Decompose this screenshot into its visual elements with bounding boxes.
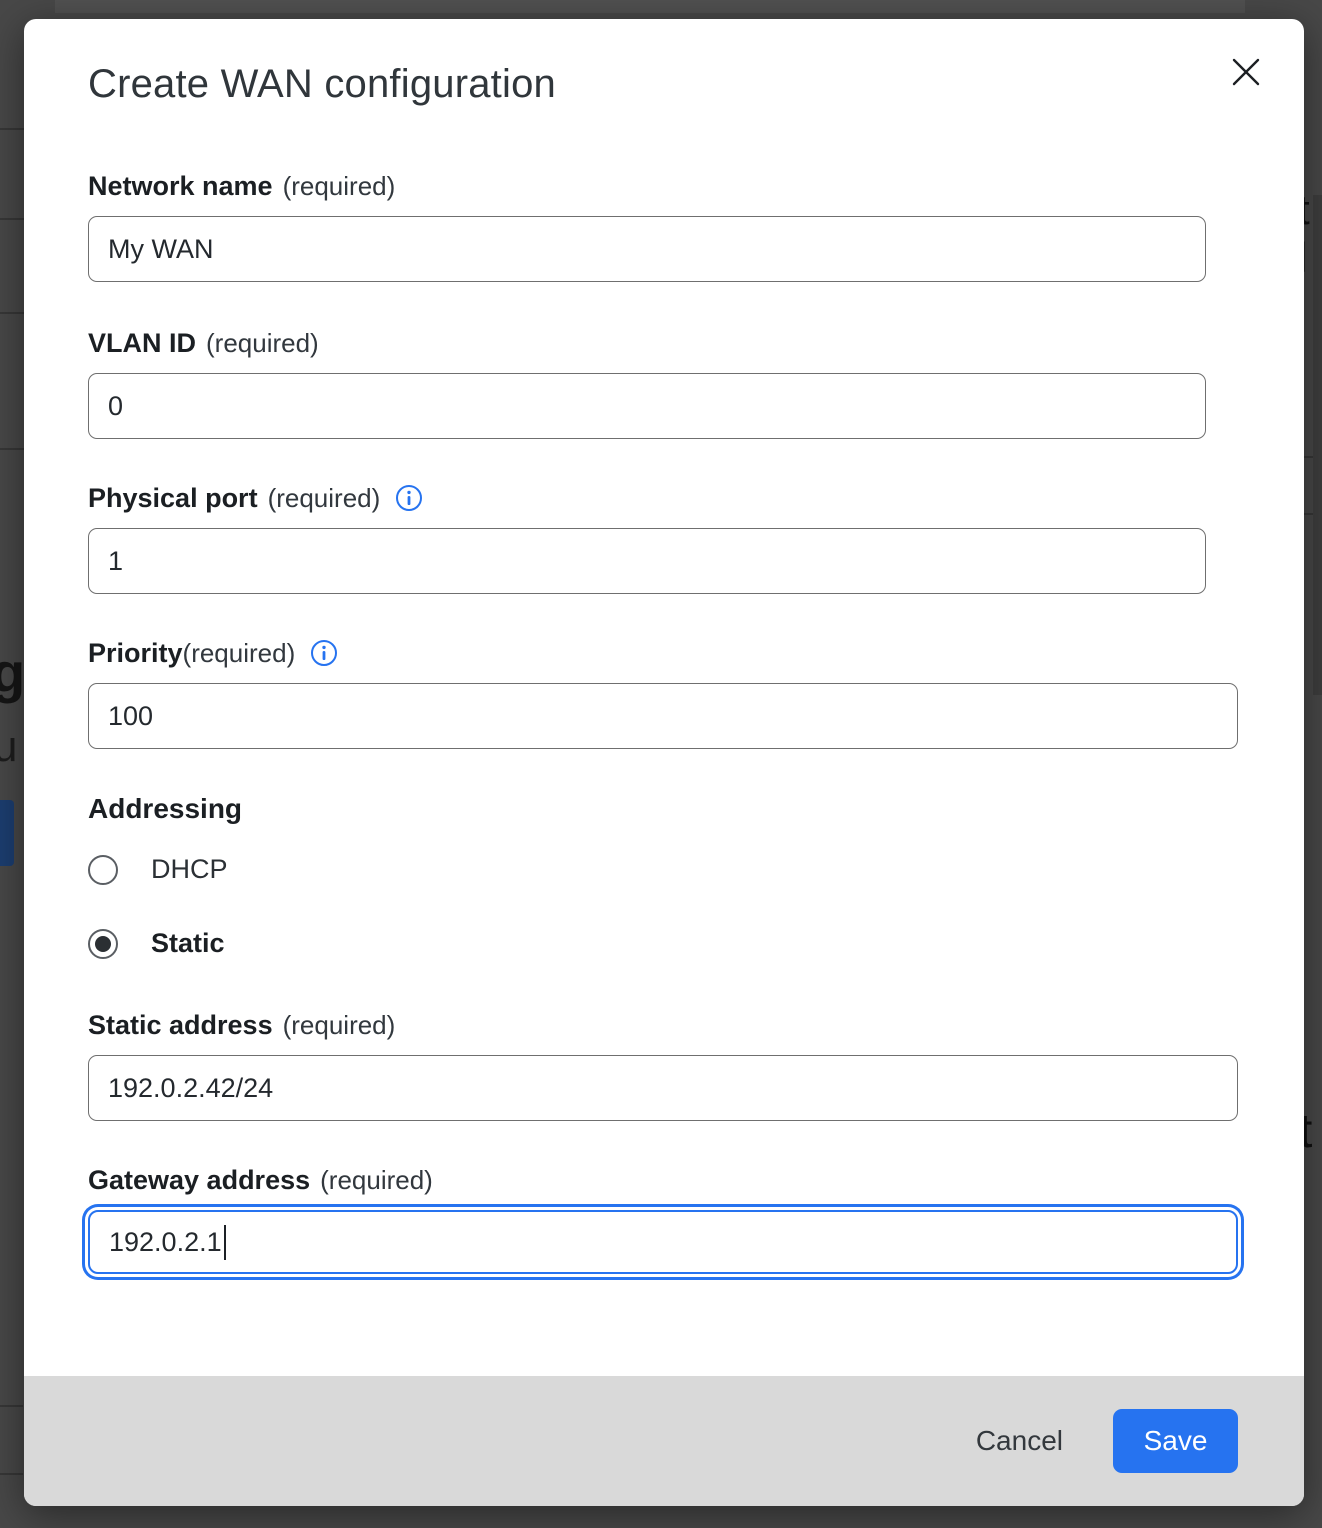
vlan-id-field: VLAN ID (required) (88, 327, 1240, 439)
priority-info-icon[interactable] (310, 639, 338, 667)
addressing-heading: Addressing (88, 793, 1240, 825)
background-row-divider (0, 312, 24, 314)
static-address-input[interactable] (88, 1055, 1238, 1121)
radio-selected-icon (88, 929, 118, 959)
addressing-option-static[interactable]: Static (88, 928, 1240, 959)
physical-port-field: Physical port (required) (88, 482, 1240, 594)
gateway-address-input[interactable] (88, 1210, 1238, 1274)
required-hint: (required) (206, 327, 319, 359)
gateway-address-label: Gateway address (88, 1164, 310, 1196)
network-name-input[interactable] (88, 216, 1206, 282)
network-name-label: Network name (88, 170, 273, 202)
gateway-address-field: Gateway address (required) (88, 1164, 1240, 1274)
static-address-field: Static address (required) (88, 1009, 1240, 1121)
network-name-field: Network name (required) (88, 170, 1240, 282)
required-hint: (required) (268, 482, 381, 514)
background-button-fragment (0, 800, 14, 866)
close-button[interactable] (1222, 49, 1270, 97)
gateway-address-focus-ring (88, 1210, 1238, 1274)
physical-port-input[interactable] (88, 528, 1206, 594)
required-hint: (required) (320, 1164, 433, 1196)
addressing-option-dhcp[interactable]: DHCP (88, 854, 1240, 885)
background-text-fragment: g (0, 640, 25, 705)
background-text-fragment: u (0, 722, 17, 772)
background-row-divider (0, 448, 24, 450)
create-wan-configuration-dialog: Create WAN configuration Network name (r… (24, 19, 1304, 1506)
vlan-id-input[interactable] (88, 373, 1206, 439)
background-row-divider (0, 128, 24, 130)
background-row-divider (0, 1405, 23, 1407)
priority-field: Priority (required) (88, 637, 1240, 749)
close-icon (1231, 57, 1261, 90)
physical-port-info-icon[interactable] (395, 484, 423, 512)
dhcp-radio-label: DHCP (151, 854, 228, 885)
text-caret (224, 1225, 226, 1260)
dialog-body: Create WAN configuration Network name (r… (24, 19, 1304, 1376)
dialog-footer: Cancel Save (24, 1376, 1304, 1506)
priority-label: Priority (88, 637, 183, 669)
required-hint: (required) (283, 1009, 396, 1041)
required-hint: (required) (183, 637, 296, 669)
physical-port-label: Physical port (88, 482, 258, 514)
dialog-title: Create WAN configuration (88, 60, 1240, 108)
background-row-divider (0, 218, 24, 220)
static-radio-label: Static (151, 928, 225, 959)
background-top-band (55, 0, 1245, 13)
priority-input[interactable] (88, 683, 1238, 749)
vlan-id-label: VLAN ID (88, 327, 196, 359)
background-row-divider (0, 1473, 23, 1475)
radio-unselected-icon (88, 855, 118, 885)
required-hint: (required) (283, 170, 396, 202)
static-address-label: Static address (88, 1009, 273, 1041)
save-button[interactable]: Save (1113, 1409, 1238, 1473)
cancel-button[interactable]: Cancel (952, 1411, 1087, 1471)
